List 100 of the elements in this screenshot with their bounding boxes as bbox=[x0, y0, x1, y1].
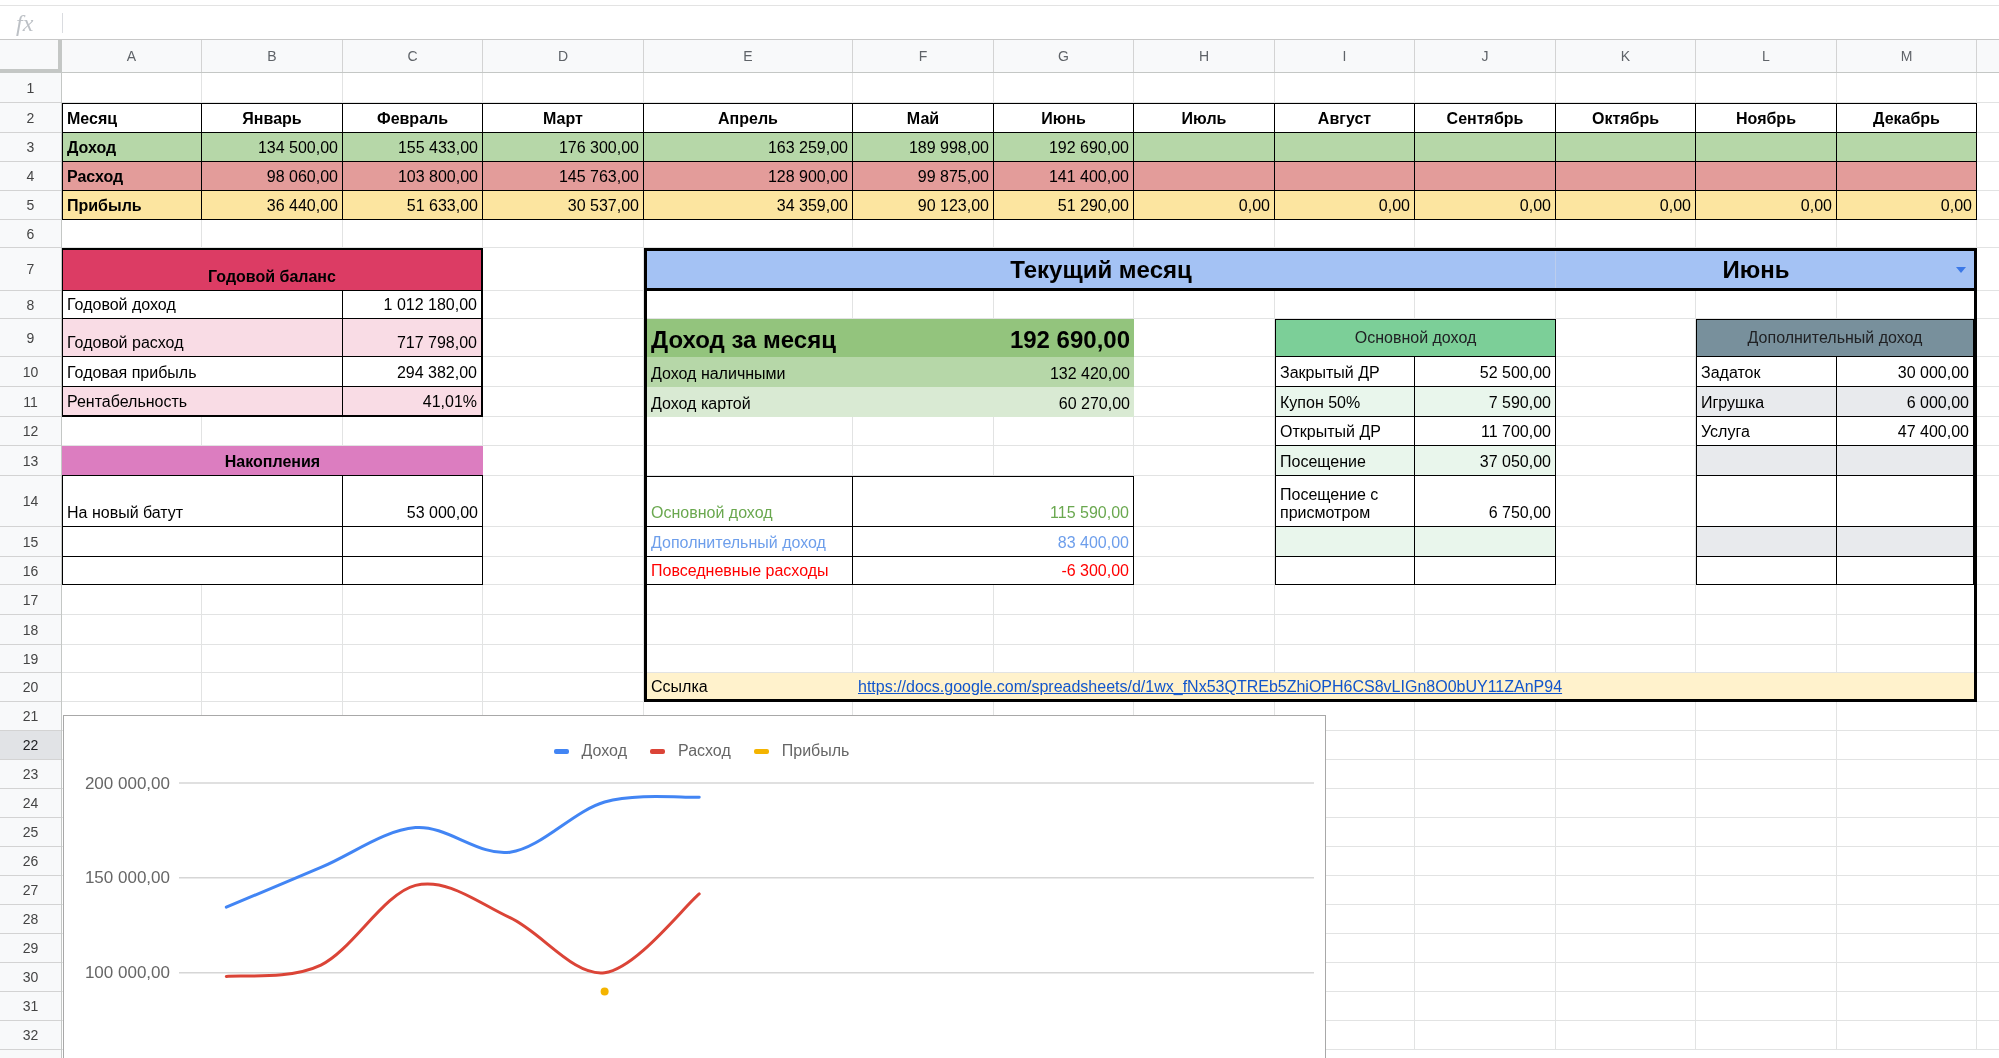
breakdown-label: Повседневные расходы bbox=[647, 557, 853, 585]
table-header: Май bbox=[853, 103, 994, 133]
amount-value: 51 633,00 bbox=[343, 191, 483, 220]
row-header[interactable]: 26 bbox=[0, 847, 61, 876]
table-header: Сентябрь bbox=[1415, 103, 1556, 133]
row-header[interactable]: 2 bbox=[0, 103, 61, 133]
breakdown-label: Дополнительный доход bbox=[647, 527, 853, 557]
row-header[interactable]: 20 bbox=[0, 673, 61, 702]
row-header[interactable]: 4 bbox=[0, 162, 61, 191]
amount-value: 0,00 bbox=[1837, 191, 1977, 220]
amount-value: 0,00 bbox=[1696, 191, 1837, 220]
row-header[interactable]: 6 bbox=[0, 220, 61, 248]
amount-value: 90 123,00 bbox=[853, 191, 994, 220]
row-header[interactable]: 5 bbox=[0, 191, 61, 220]
row-header[interactable]: 10 bbox=[0, 357, 61, 387]
row-header[interactable]: 14 bbox=[0, 476, 61, 527]
row-label: Доход наличными bbox=[651, 365, 786, 383]
row-label: Годовой расход bbox=[63, 319, 343, 356]
select-all-corner[interactable] bbox=[0, 40, 62, 73]
row-label: Годовой доход bbox=[63, 291, 343, 318]
column-header[interactable]: H bbox=[1134, 40, 1275, 72]
table-header: Март bbox=[483, 103, 644, 133]
row-header[interactable]: 31 bbox=[0, 992, 61, 1021]
column-header[interactable]: D bbox=[483, 40, 644, 72]
row-header[interactable]: 1 bbox=[0, 73, 61, 103]
table-header: Июнь bbox=[994, 103, 1134, 133]
amount-value: 41,01% bbox=[421, 392, 478, 412]
column-header[interactable]: K bbox=[1556, 40, 1696, 72]
column-header[interactable]: M bbox=[1837, 40, 1977, 72]
column-header[interactable]: L bbox=[1696, 40, 1837, 72]
panel-title: Текущий месяц bbox=[1010, 255, 1192, 284]
table-title: Основной доход bbox=[1275, 319, 1556, 357]
amount-value: 60 270,00 bbox=[1058, 395, 1130, 413]
amount-value: 34 359,00 bbox=[644, 191, 853, 220]
row-header[interactable]: 19 bbox=[0, 645, 61, 673]
column-header[interactable]: C bbox=[343, 40, 483, 72]
amount-value: 0,00 bbox=[1556, 191, 1696, 220]
amount-value: 132 420,00 bbox=[1049, 365, 1130, 383]
amount-value: 36 440,00 bbox=[202, 191, 343, 220]
row-header[interactable]: 22 bbox=[0, 731, 61, 760]
row-header[interactable]: 25 bbox=[0, 818, 61, 847]
row-header[interactable]: 11 bbox=[0, 387, 61, 417]
table-header: Август bbox=[1275, 103, 1415, 133]
row-label: Доход за месяц bbox=[651, 326, 836, 354]
column-header[interactable]: E bbox=[644, 40, 853, 72]
section-title: Накопления bbox=[62, 446, 483, 476]
row-header[interactable]: 15 bbox=[0, 527, 61, 557]
amount-value: 294 382,00 bbox=[395, 363, 478, 383]
table-header: Октябрь bbox=[1556, 103, 1696, 133]
row-header[interactable]: 12 bbox=[0, 417, 61, 446]
amount-value: 192 690,00 bbox=[1009, 326, 1130, 354]
caret-icon bbox=[1956, 266, 1966, 273]
month-dropdown[interactable]: Июнь bbox=[1556, 251, 1974, 288]
row-header[interactable]: 8 bbox=[0, 291, 61, 319]
table-header: Апрель bbox=[644, 103, 853, 133]
sheet-link[interactable]: https://docs.google.com/spreadsheets/d/1wx_fNx53QTREb5ZhiOPH6CS8vLIGn8O0bUY11ZAnP94 bbox=[853, 678, 1563, 696]
row-header[interactable]: 32 bbox=[0, 1021, 61, 1050]
column-header[interactable]: I bbox=[1275, 40, 1415, 72]
row-header[interactable]: 18 bbox=[0, 615, 61, 645]
row-header[interactable]: 24 bbox=[0, 789, 61, 818]
row-header[interactable]: 30 bbox=[0, 963, 61, 992]
row-header[interactable]: 27 bbox=[0, 876, 61, 905]
amount-value: 115 590,00 bbox=[853, 476, 1134, 527]
column-header[interactable]: B bbox=[202, 40, 343, 72]
row-header[interactable]: 7 bbox=[0, 248, 61, 291]
legend-label: Расход bbox=[678, 741, 731, 761]
amount-value: -6 300,00 bbox=[853, 557, 1134, 585]
amount-value: 1 012 180,00 bbox=[382, 295, 478, 315]
table-header: Январь bbox=[202, 103, 343, 133]
section-title: Годовой баланс bbox=[63, 250, 481, 291]
row-header[interactable]: 29 bbox=[0, 934, 61, 963]
row-label: Доход картой bbox=[651, 395, 751, 413]
row-label: Ссылка bbox=[650, 678, 708, 696]
row-header[interactable]: 13 bbox=[0, 446, 61, 476]
row-label: Рентабельность bbox=[63, 387, 343, 415]
row-label: Прибыль bbox=[62, 191, 202, 220]
table-header: Февраль bbox=[343, 103, 483, 133]
amount-value: 0,00 bbox=[1134, 191, 1275, 220]
row-header[interactable]: 28 bbox=[0, 905, 61, 934]
table-header: Ноябрь bbox=[1696, 103, 1837, 133]
table-header: Месяц bbox=[62, 103, 202, 133]
row-header[interactable]: 3 bbox=[0, 133, 61, 162]
amount-value: 30 537,00 bbox=[483, 191, 644, 220]
amount-value: 51 290,00 bbox=[994, 191, 1134, 220]
amount-value: 83 400,00 bbox=[853, 527, 1134, 557]
amount-value: 717 798,00 bbox=[395, 333, 478, 353]
fx-label: fx bbox=[16, 9, 34, 36]
table-header: Декабрь bbox=[1837, 103, 1977, 133]
column-header[interactable]: F bbox=[853, 40, 994, 72]
axis-tick-label: 100 000,00 bbox=[84, 963, 170, 983]
axis-tick-label: 200 000,00 bbox=[84, 773, 170, 793]
column-header[interactable]: A bbox=[62, 40, 202, 72]
breakdown-label: Основной доход bbox=[647, 476, 853, 527]
axis-tick-label: 150 000,00 bbox=[84, 868, 170, 888]
column-header[interactable]: J bbox=[1415, 40, 1556, 72]
row-header[interactable]: 23 bbox=[0, 760, 61, 789]
row-header[interactable]: 16 bbox=[0, 557, 61, 585]
row-header[interactable]: 17 bbox=[0, 585, 61, 615]
row-header[interactable]: 9 bbox=[0, 319, 61, 357]
column-header[interactable]: G bbox=[994, 40, 1134, 72]
